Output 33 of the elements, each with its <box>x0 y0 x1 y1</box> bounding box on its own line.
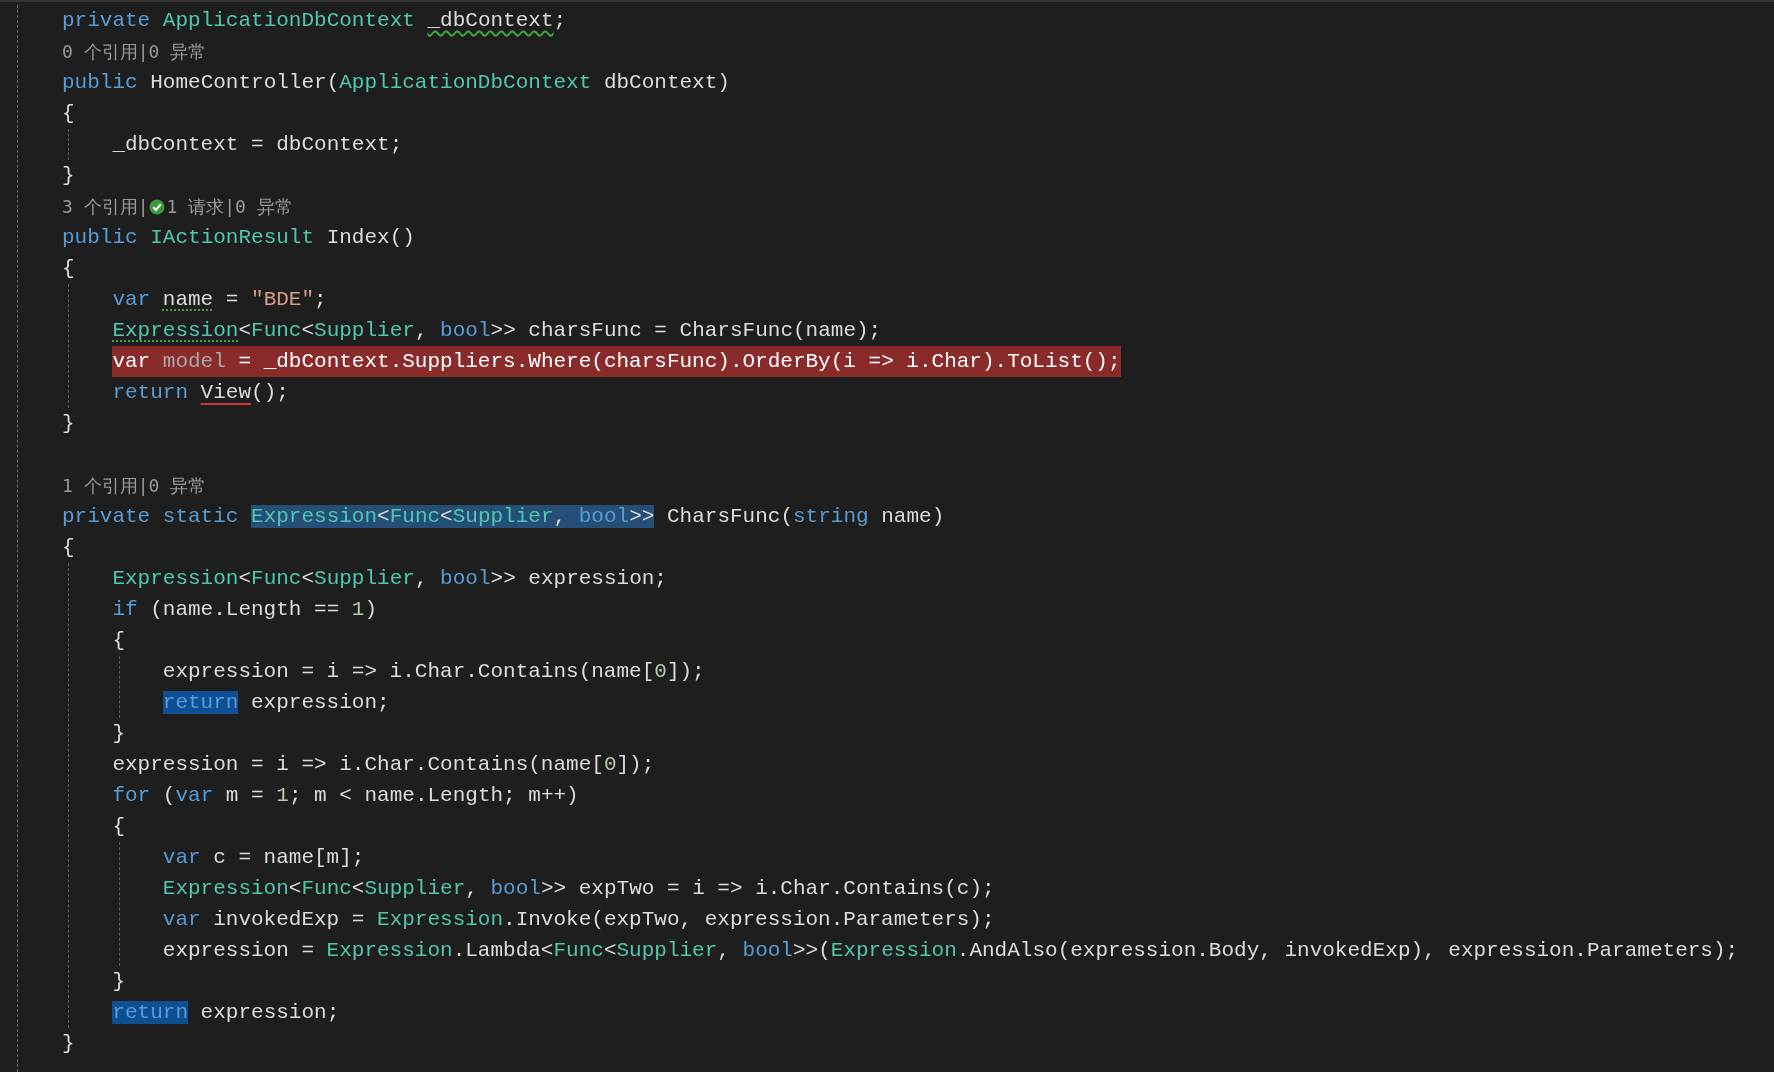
code-line: public HomeController(ApplicationDbContext dbContext) <box>62 70 730 96</box>
code-line: var name = "BDE"; <box>112 287 327 313</box>
code-line: Expression<Func<Supplier, bool>> charsFunc = CharsFunc(name); <box>112 318 882 344</box>
code-line: public IActionResult Index() <box>62 225 415 251</box>
code-lens-text[interactable]: 3 个引用| <box>62 193 149 220</box>
code-line: { <box>112 814 125 840</box>
code-line: expression = i => i.Char.Contains(name[0]); <box>162 659 705 685</box>
code-line: } <box>112 969 125 995</box>
code-line: { <box>62 256 75 282</box>
code-line: if (name.Length == 1) <box>112 597 378 623</box>
code-line: } <box>112 721 125 747</box>
code-line: private static Expression<Func<Supplier, bool>> CharsFunc(string name) <box>62 504 945 530</box>
code-line: { <box>62 101 75 127</box>
code-line: } <box>62 1031 75 1057</box>
code-line: private ApplicationDbContext _dbContext; <box>62 8 567 34</box>
code-line: return View(); <box>112 380 289 406</box>
code-line: } <box>62 163 75 189</box>
code-line: expression = i => i.Char.Contains(name[0]); <box>112 752 655 778</box>
code-line: { <box>62 535 75 561</box>
code-line: } <box>62 411 75 437</box>
code-line: var invokedExp = Expression.Invoke(expTwo, expression.Parameters); <box>162 907 995 933</box>
code-lens-text[interactable]: 0 个引用|0 异常 <box>62 38 207 65</box>
code-line: for (var m = 1; m < name.Length; m++) <box>112 783 579 809</box>
code-line: Expression<Func<Supplier, bool>> expTwo = i => i.Char.Contains(c); <box>162 876 995 902</box>
code-lens-text[interactable]: 1 个引用|0 异常 <box>62 472 207 499</box>
code-line: return expression; <box>112 1000 340 1026</box>
code-line: return expression; <box>162 690 390 716</box>
code-line: _dbContext = dbContext; <box>112 132 403 158</box>
code-line: { <box>112 628 125 654</box>
code-line: expression = Expression.Lambda<Func<Supplier, bool>>(Expression.AndAlso(expression.Body, invokedExp), expression.Parameters); <box>162 938 1739 964</box>
code-line: var c = name[m]; <box>162 845 365 871</box>
code-lens-text[interactable]: 1 请求|0 异常 <box>166 193 293 220</box>
code-line: Expression<Func<Supplier, bool>> expression; <box>112 566 667 592</box>
